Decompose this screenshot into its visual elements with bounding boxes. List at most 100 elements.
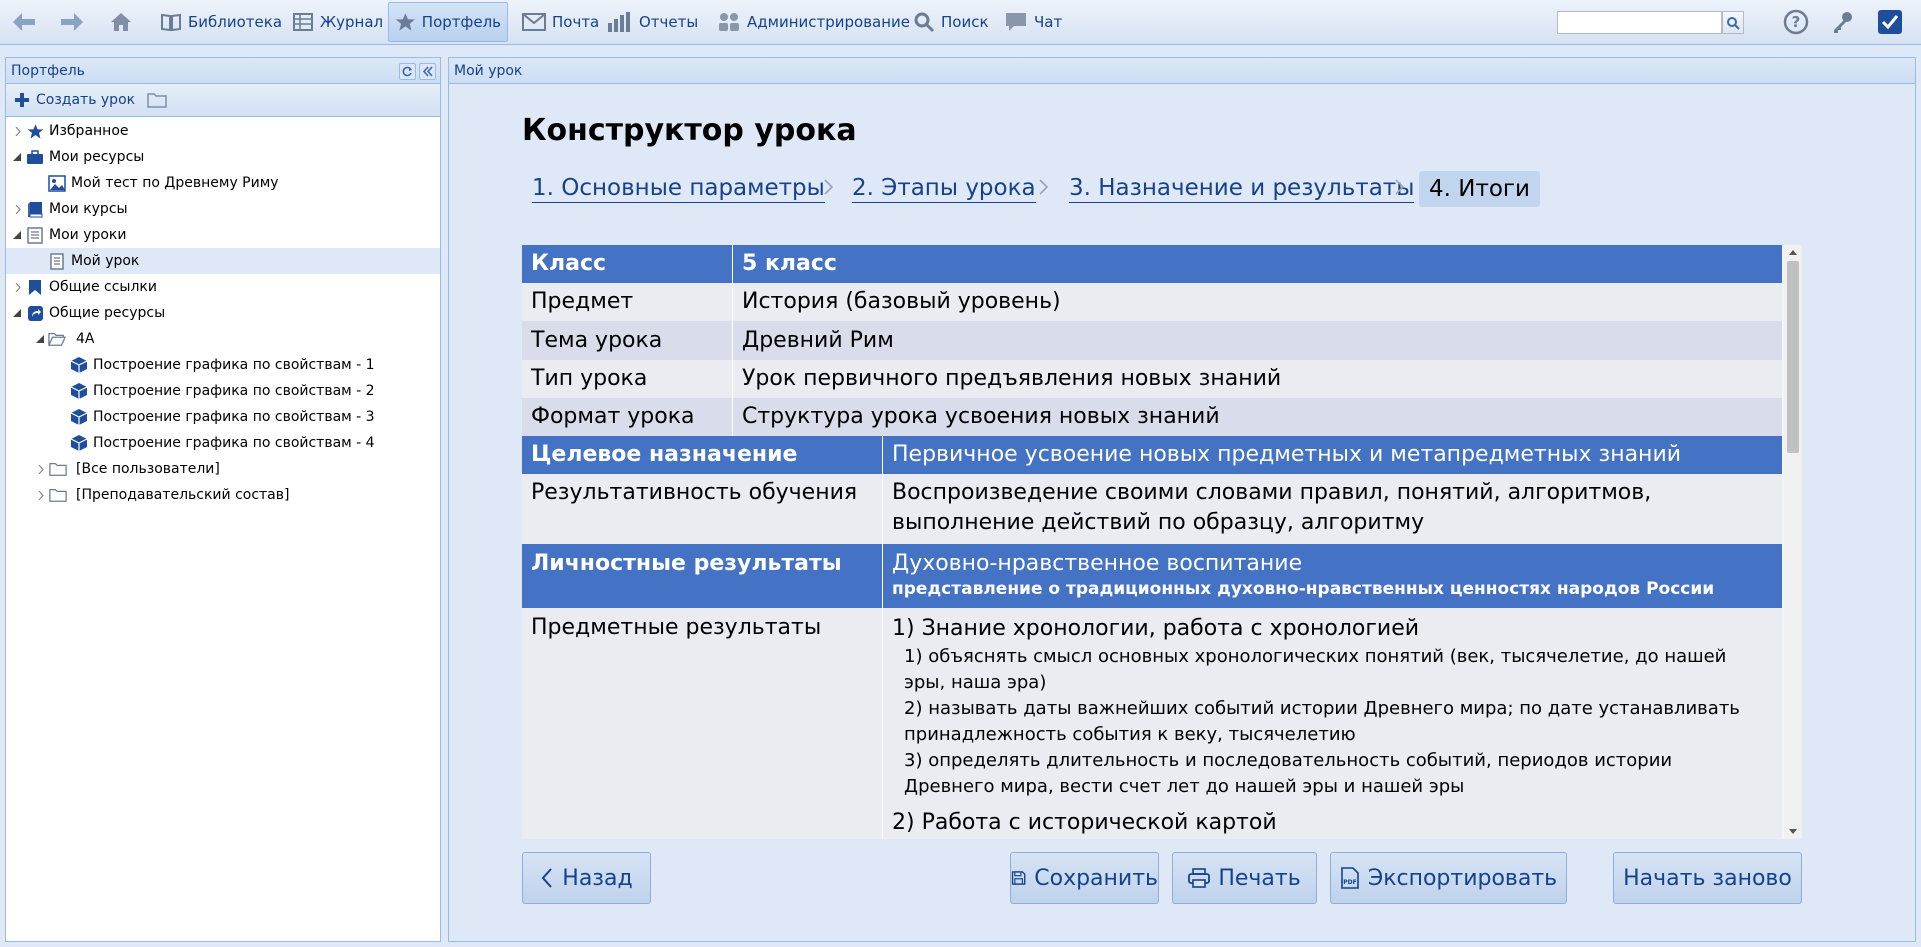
row-label: Тема урока bbox=[522, 321, 733, 360]
row-label: Формат урока bbox=[522, 398, 733, 436]
chat-button[interactable]: Чат bbox=[998, 2, 1068, 42]
tree-node-graph-1[interactable]: Построение графика по свойствам - 1 bbox=[6, 352, 440, 378]
tree-node-label: Мои курсы bbox=[49, 201, 128, 217]
search-nav-label: Поиск bbox=[941, 13, 989, 31]
home-icon[interactable] bbox=[107, 8, 135, 36]
table-row-effectiveness: Результативность обучения Воспроизведени… bbox=[522, 474, 1782, 544]
portfolio-tree: Избранное Мои ресурсы Мой тест по Древне… bbox=[6, 117, 440, 508]
folder-icon bbox=[49, 486, 67, 504]
back-arrow-icon[interactable] bbox=[10, 8, 38, 36]
search-submit-button[interactable] bbox=[1722, 11, 1744, 34]
step-basic-params[interactable]: 1. Основные параметры bbox=[532, 174, 825, 203]
svg-text:?: ? bbox=[1792, 13, 1801, 31]
tree-node-shared-links[interactable]: Общие ссылки bbox=[6, 274, 440, 300]
briefcase-icon bbox=[26, 148, 44, 166]
tree-node-label: Построение графика по свойствам - 3 bbox=[93, 409, 375, 425]
help-icon[interactable]: ? bbox=[1782, 8, 1810, 36]
tree-node-label: 4А bbox=[76, 331, 95, 347]
tree-node-label: Общие ресурсы bbox=[49, 305, 166, 321]
portfolio-panel-header: Портфель bbox=[6, 58, 440, 84]
expand-arrow-icon[interactable] bbox=[13, 282, 23, 292]
collapse-arrow-icon[interactable] bbox=[12, 152, 22, 162]
magnifier-icon bbox=[914, 12, 935, 33]
tree-node-label: [Преподавательский состав] bbox=[76, 487, 290, 503]
tree-node-graph-4[interactable]: Построение графика по свойствам - 4 bbox=[6, 430, 440, 456]
table-row-format: Формат урока Структура урока усвоения но… bbox=[522, 398, 1782, 436]
table-row-subject-results: Предметные результаты 1) Знание хронолог… bbox=[522, 608, 1782, 839]
tree-node-all-users[interactable]: [Все пользователи] bbox=[6, 456, 440, 482]
summary-scrollbar[interactable] bbox=[1784, 245, 1802, 839]
step-purpose-results[interactable]: 3. Назначение и результаты bbox=[1069, 174, 1415, 203]
expand-arrow-icon[interactable] bbox=[13, 204, 23, 214]
tree-node-label: Построение графика по свойствам - 4 bbox=[93, 435, 375, 451]
tree-node-label: Построение графика по свойствам - 1 bbox=[93, 357, 375, 373]
tree-node-4a[interactable]: 4А bbox=[6, 326, 440, 352]
expand-arrow-icon[interactable] bbox=[36, 464, 46, 474]
table-row-purpose: Целевое назначение Первичное усвоение но… bbox=[522, 436, 1782, 474]
refresh-icon[interactable] bbox=[399, 63, 416, 80]
subject-results-item-1: 1) объяснять смысл основных хронологичес… bbox=[904, 646, 1727, 693]
row-value: 5 класс bbox=[742, 251, 837, 276]
step-lesson-stages[interactable]: 2. Этапы урока bbox=[852, 174, 1036, 203]
collapse-arrow-icon[interactable] bbox=[35, 334, 45, 344]
mail-button[interactable]: Почта bbox=[516, 2, 605, 42]
back-button-label: Назад bbox=[562, 865, 633, 891]
page-title: Конструктор урока bbox=[522, 113, 857, 148]
personal-sub: представление о традиционных духовно-нра… bbox=[892, 579, 1715, 599]
folder-icon[interactable] bbox=[147, 92, 167, 108]
create-lesson-button[interactable]: Создать урок bbox=[36, 92, 135, 108]
row-value: История (базовый уровень) bbox=[742, 289, 1061, 314]
tree-node-my-courses[interactable]: Мои курсы bbox=[6, 196, 440, 222]
tree-node-graph-3[interactable]: Построение графика по свойствам - 3 bbox=[6, 404, 440, 430]
library-label: Библиотека bbox=[188, 13, 283, 31]
restart-button[interactable]: Начать заново bbox=[1613, 852, 1802, 904]
tree-node-my-test[interactable]: Мой тест по Древнему Риму bbox=[6, 170, 440, 196]
collapse-arrow-icon[interactable] bbox=[12, 230, 22, 240]
library-button[interactable]: Библиотека bbox=[154, 2, 288, 42]
tree-node-shared-resources[interactable]: Общие ресурсы bbox=[6, 300, 440, 326]
search-input[interactable] bbox=[1557, 11, 1722, 34]
save-button-label: Сохранить bbox=[1034, 865, 1158, 891]
reports-button[interactable]: Отчеты bbox=[601, 2, 704, 42]
row-value: Древний Рим bbox=[742, 328, 894, 353]
step-summary-active[interactable]: 4. Итоги bbox=[1419, 171, 1540, 207]
tree-node-favorites[interactable]: Избранное bbox=[6, 118, 440, 144]
folder-icon bbox=[49, 460, 67, 478]
print-button[interactable]: Печать bbox=[1172, 852, 1317, 904]
scroll-thumb[interactable] bbox=[1787, 261, 1799, 453]
book-icon bbox=[161, 13, 181, 32]
tree-node-my-lesson[interactable]: Мой урок bbox=[6, 248, 440, 274]
expand-arrow-icon[interactable] bbox=[36, 490, 46, 500]
admin-button[interactable]: Администрирование bbox=[711, 2, 916, 42]
portfolio-button[interactable]: Портфель bbox=[388, 2, 508, 42]
tree-node-my-resources[interactable]: Мои ресурсы bbox=[6, 144, 440, 170]
expand-arrow-icon[interactable] bbox=[13, 126, 23, 136]
save-button[interactable]: Сохранить bbox=[1010, 852, 1159, 904]
share-icon bbox=[26, 304, 44, 322]
portfolio-panel: Портфель Создать урок Избранное Мои ресу… bbox=[5, 57, 441, 942]
lesson-constructor: Конструктор урока 1. Основные параметры … bbox=[449, 85, 1915, 941]
bar-chart-icon bbox=[608, 12, 630, 32]
bookmark-icon bbox=[26, 278, 44, 296]
collapse-arrow-icon[interactable] bbox=[12, 308, 22, 318]
forward-arrow-icon[interactable] bbox=[58, 8, 86, 36]
journal-button[interactable]: Журнал bbox=[286, 2, 389, 42]
personal-value: Духовно-нравственное воспитание bbox=[892, 551, 1303, 576]
row-label: Класс bbox=[522, 245, 733, 283]
table-row-topic: Тема урока Древний Рим bbox=[522, 321, 1782, 360]
row-label: Результативность обучения bbox=[522, 474, 883, 544]
export-button[interactable]: PDF Экспортировать bbox=[1330, 852, 1567, 904]
grid-icon bbox=[293, 13, 313, 31]
tree-node-graph-2[interactable]: Построение графика по свойствам - 2 bbox=[6, 378, 440, 404]
collapse-left-icon[interactable] bbox=[419, 63, 436, 80]
key-icon[interactable] bbox=[1829, 8, 1857, 36]
tree-node-my-lessons[interactable]: Мои уроки bbox=[6, 222, 440, 248]
scroll-down-icon[interactable] bbox=[1789, 829, 1797, 835]
back-button[interactable]: Назад bbox=[522, 852, 651, 904]
tree-node-teaching-staff[interactable]: [Преподавательский состав] bbox=[6, 482, 440, 508]
plus-icon[interactable] bbox=[14, 92, 30, 108]
scroll-up-icon[interactable] bbox=[1789, 249, 1797, 255]
checkbox-icon[interactable] bbox=[1876, 8, 1904, 36]
search-nav-button[interactable]: Поиск bbox=[907, 2, 995, 42]
portfolio-panel-title: Портфель bbox=[11, 62, 85, 79]
